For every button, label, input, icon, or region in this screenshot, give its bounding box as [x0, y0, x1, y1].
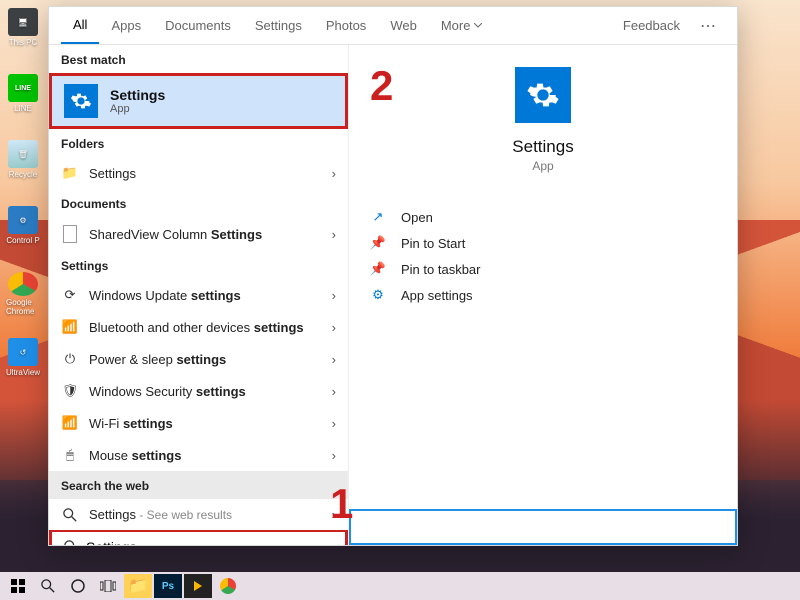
- tab-web[interactable]: Web: [378, 7, 429, 44]
- preview-subtitle: App: [532, 159, 553, 173]
- desktop-icon-this-pc[interactable]: 🖥This PC: [6, 8, 40, 52]
- cortana-search-bar[interactable]: [349, 509, 737, 545]
- taskbar-cortana-button[interactable]: [64, 574, 92, 598]
- setting-windows-security[interactable]: 🛡 Windows Security settings ›: [49, 375, 348, 407]
- pin-icon: 📌: [369, 235, 387, 251]
- taskbar-photoshop[interactable]: Ps: [154, 574, 182, 598]
- setting-wifi[interactable]: 📶 Wi-Fi settings ›: [49, 407, 348, 439]
- tab-more[interactable]: More: [429, 7, 495, 44]
- section-search-web: Search the web: [49, 471, 348, 499]
- search-icon: [61, 508, 79, 522]
- best-match-settings[interactable]: Settings App: [49, 73, 348, 129]
- folder-icon: 📁: [61, 165, 79, 181]
- annotation-1: 1: [330, 480, 353, 528]
- results-list: Best match Settings App Folders 📁 Settin…: [49, 45, 349, 545]
- taskbar-search-button[interactable]: [34, 574, 62, 598]
- bluetooth-icon: 📶: [61, 319, 79, 335]
- wifi-icon: 📶: [61, 415, 79, 431]
- search-input-highlight: [49, 530, 348, 545]
- taskbar-terminal[interactable]: [184, 574, 212, 598]
- web-result-settings[interactable]: Settings - See web results ›: [49, 499, 348, 530]
- desktop-icon-ultraview[interactable]: ↺UltraView: [6, 338, 40, 382]
- search-input[interactable]: [86, 539, 333, 545]
- tab-all[interactable]: All: [61, 7, 99, 44]
- section-settings: Settings: [49, 251, 348, 279]
- desktop-icon-chrome[interactable]: Google Chrome: [6, 272, 40, 316]
- tab-apps[interactable]: Apps: [99, 7, 153, 44]
- feedback-link[interactable]: Feedback: [611, 7, 692, 44]
- taskbar-taskview-button[interactable]: [94, 574, 122, 598]
- preview-title: Settings: [512, 137, 573, 157]
- gear-icon: [515, 67, 571, 123]
- tab-settings[interactable]: Settings: [243, 7, 314, 44]
- gear-icon: ⚙: [369, 287, 387, 303]
- power-icon: ⏻: [61, 351, 79, 367]
- shield-icon: 🛡: [61, 383, 79, 399]
- annotation-2: 2: [370, 62, 393, 110]
- tab-photos[interactable]: Photos: [314, 7, 378, 44]
- open-icon: ↗: [369, 209, 387, 225]
- action-pin-start[interactable]: 📌 Pin to Start: [369, 235, 717, 251]
- folder-settings[interactable]: 📁 Settings ›: [49, 157, 348, 189]
- more-options-button[interactable]: ⋯: [692, 16, 725, 36]
- action-pin-taskbar[interactable]: 📌 Pin to taskbar: [369, 261, 717, 277]
- mouse-icon: 🖱: [61, 447, 79, 463]
- refresh-icon: ⟳: [61, 287, 79, 303]
- setting-power-sleep[interactable]: ⏻ Power & sleep settings ›: [49, 343, 348, 375]
- action-app-settings[interactable]: ⚙ App settings: [369, 287, 717, 303]
- desktop-icon-control-panel[interactable]: ⚙Control P: [6, 206, 40, 250]
- pin-icon: 📌: [369, 261, 387, 277]
- taskbar-chrome[interactable]: [214, 574, 242, 598]
- setting-windows-update[interactable]: ⟳ Windows Update settings ›: [49, 279, 348, 311]
- setting-mouse[interactable]: 🖱 Mouse settings ›: [49, 439, 348, 471]
- taskbar: 📁 Ps: [0, 572, 800, 600]
- best-match-subtitle: App: [110, 103, 165, 115]
- start-button[interactable]: [4, 574, 32, 598]
- section-folders: Folders: [49, 129, 348, 157]
- desktop-icon-recycle-bin[interactable]: 🗑Recycle: [6, 140, 40, 184]
- taskbar-file-explorer[interactable]: 📁: [124, 574, 152, 598]
- chevron-down-icon: [474, 23, 482, 28]
- chevron-right-icon: ›: [332, 227, 336, 242]
- chevron-right-icon: ›: [332, 166, 336, 181]
- tab-documents[interactable]: Documents: [153, 7, 243, 44]
- gear-icon: [64, 84, 98, 118]
- search-filter-tabs: All Apps Documents Settings Photos Web M…: [49, 7, 737, 45]
- desktop-icons: 🖥This PC LINELINE 🗑Recycle ⚙Control P Go…: [6, 8, 44, 382]
- document-icon: [61, 225, 79, 243]
- setting-bluetooth[interactable]: 📶 Bluetooth and other devices settings ›: [49, 311, 348, 343]
- search-icon: [64, 540, 78, 545]
- best-match-title: Settings: [110, 87, 165, 103]
- action-open[interactable]: ↗ Open: [369, 209, 717, 225]
- section-best-match: Best match: [49, 45, 348, 73]
- document-sharedview[interactable]: SharedView Column Settings ›: [49, 217, 348, 251]
- desktop-icon-line[interactable]: LINELINE: [6, 74, 40, 118]
- preview-pane: Settings App ↗ Open 📌 Pin to Start 📌 Pin…: [349, 45, 737, 545]
- section-documents: Documents: [49, 189, 348, 217]
